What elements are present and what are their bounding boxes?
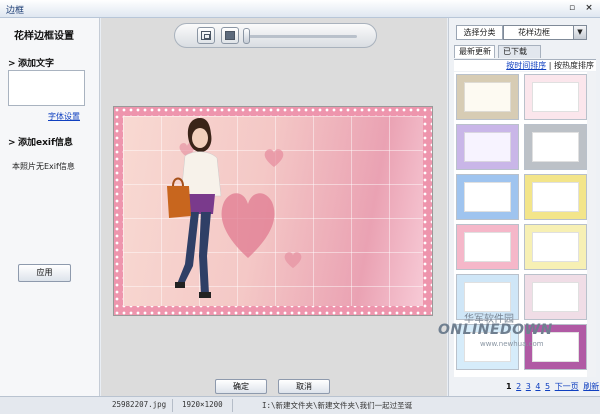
thumbnail-photo-area bbox=[532, 132, 579, 162]
zoom-slider-thumb[interactable] bbox=[243, 28, 250, 44]
status-filename: 25982207.jpg bbox=[112, 400, 167, 409]
thumbnail-photo-area bbox=[532, 82, 579, 112]
next-page-link[interactable]: 下一页 bbox=[555, 382, 579, 391]
border-settings-panel: 花样边框设置 > 添加文字 字体设置 > 添加exif信息 本照片无Exif信息 应… bbox=[0, 18, 100, 396]
small-heart-icon bbox=[264, 149, 284, 167]
preview-area bbox=[101, 18, 447, 396]
page-link[interactable]: 5 bbox=[545, 382, 550, 391]
apply-button[interactable]: 应用 bbox=[18, 264, 71, 282]
tab-latest[interactable]: 最新更新 bbox=[454, 45, 495, 58]
thumbnail-photo-area bbox=[464, 182, 511, 212]
tab-downloaded[interactable]: 已下载 bbox=[498, 45, 541, 58]
title-bar: 边框 ▫ × bbox=[0, 0, 600, 18]
no-exif-message: 本照片无Exif信息 bbox=[12, 162, 75, 171]
thumbnail-photo-area bbox=[532, 282, 579, 312]
frame-thumbnail[interactable] bbox=[456, 174, 519, 220]
thumbnail-photo-area bbox=[464, 232, 511, 262]
status-dimensions: 1920×1200 bbox=[182, 400, 223, 409]
close-button[interactable]: × bbox=[582, 2, 596, 15]
page-link[interactable]: 4 bbox=[535, 382, 540, 391]
frame-thumbnail[interactable] bbox=[524, 224, 587, 270]
refresh-link[interactable]: 刷新 bbox=[583, 382, 599, 391]
font-settings-link[interactable]: 字体设置 bbox=[48, 111, 80, 122]
thumbnail-photo-area bbox=[464, 82, 511, 112]
add-text-section[interactable]: > 添加文字 bbox=[8, 56, 54, 69]
sort-by-time-link[interactable]: 按时间排序 bbox=[506, 61, 546, 70]
page-link[interactable]: 2 bbox=[516, 382, 521, 391]
maximize-button[interactable]: ▫ bbox=[565, 2, 579, 15]
panel-heading: 花样边框设置 bbox=[14, 31, 74, 42]
category-value: 花样边框 bbox=[518, 28, 550, 37]
framed-photo-preview bbox=[113, 106, 433, 316]
fit-window-icon bbox=[201, 31, 211, 40]
frame-thumbnail[interactable] bbox=[456, 124, 519, 170]
expand-arrow-icon: > bbox=[8, 138, 16, 148]
add-exif-label: 添加exif信息 bbox=[18, 138, 73, 148]
text-input[interactable] bbox=[8, 70, 85, 106]
thumbnail-photo-area bbox=[532, 232, 579, 262]
frame-thumbnail[interactable] bbox=[456, 224, 519, 270]
add-exif-section[interactable]: > 添加exif信息 bbox=[8, 135, 73, 148]
fullscreen-icon bbox=[225, 31, 235, 40]
woman-figure bbox=[167, 118, 222, 298]
view-toolbar bbox=[174, 23, 377, 48]
frame-thumbnail[interactable] bbox=[524, 74, 587, 120]
thumbnail-scrollbar[interactable] bbox=[587, 72, 596, 377]
thumbnail-photo-area bbox=[464, 282, 511, 312]
category-select[interactable]: 花样边框 ▼ bbox=[503, 25, 587, 40]
add-text-label: 添加文字 bbox=[18, 59, 55, 69]
chevron-down-icon[interactable]: ▼ bbox=[573, 26, 586, 39]
ok-button[interactable]: 确定 bbox=[215, 379, 267, 394]
frame-thumbnail[interactable] bbox=[524, 124, 587, 170]
sort-by-hot-link[interactable]: 按热度排序 bbox=[554, 61, 594, 70]
fullscreen-button[interactable] bbox=[221, 27, 239, 44]
status-bar: 25982207.jpg 1920×1200 I:\新建文件夹\新建文件夹\我们… bbox=[0, 396, 600, 414]
page-link[interactable]: 3 bbox=[526, 382, 531, 391]
pagination: 1 2 3 4 5 下一页 刷新 bbox=[506, 381, 600, 392]
zoom-slider[interactable] bbox=[249, 35, 357, 38]
cancel-button[interactable]: 取消 bbox=[278, 379, 330, 394]
sort-options: 按时间排序 | 按热度排序 bbox=[454, 59, 596, 71]
status-path: I:\新建文件夹\新建文件夹\我们一起过圣诞 bbox=[262, 401, 413, 410]
expand-arrow-icon: > bbox=[8, 59, 16, 69]
frame-thumbnail[interactable] bbox=[456, 74, 519, 120]
fit-window-button[interactable] bbox=[197, 27, 215, 44]
category-label: 选择分类 bbox=[456, 25, 503, 40]
small-heart-icon bbox=[284, 252, 302, 269]
frame-thumbnail[interactable] bbox=[524, 174, 587, 220]
photo-content bbox=[123, 116, 423, 306]
thumbnail-photo-area bbox=[464, 132, 511, 162]
window-title: 边框 bbox=[6, 6, 25, 16]
thumbnail-photo-area bbox=[532, 182, 579, 212]
watermark-logo: 华军软件园 ONLINEDOWN www.newhua.com bbox=[438, 314, 553, 348]
page-current: 1 bbox=[506, 382, 512, 391]
